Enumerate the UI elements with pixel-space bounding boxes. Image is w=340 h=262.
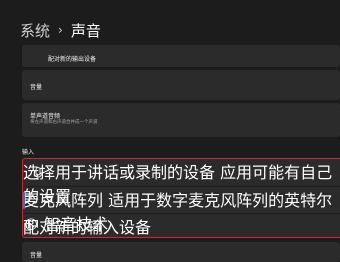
choose-input-device-row[interactable]: 选择用于讲话或录制的设备 应用可能有自己的设置 bbox=[23, 159, 340, 206]
page-title: 声音 bbox=[70, 21, 101, 40]
breadcrumb: 系统 › 声音 bbox=[20, 18, 101, 42]
choose-input-device-title: 选择用于讲话或录制的设备 bbox=[23, 163, 216, 182]
input-device-group: 选择用于讲话或录制的设备 应用可能有自己的设置 麦克风阵列 适用于数字麦克风阵列… bbox=[22, 158, 340, 238]
pair-new-input-device-button[interactable]: 配对新的输入设备 bbox=[23, 214, 340, 237]
selected-indicator bbox=[23, 192, 25, 209]
chevron-right-icon: › bbox=[58, 23, 63, 37]
output-volume-row: 音量 bbox=[22, 70, 340, 100]
pair-new-output-label: 配对新的输出设备 bbox=[48, 56, 97, 63]
pair-new-output-device-button[interactable]: 配对新的输出设备 bbox=[22, 45, 340, 67]
mono-audio-row[interactable]: 单声道音频 将左声道和右声道合并成一个声道 bbox=[22, 103, 340, 137]
microphone-icon bbox=[34, 167, 42, 180]
microphone-array-option[interactable]: 麦克风阵列 适用于数字麦克风阵列的英特尔® 智音技术 bbox=[23, 187, 340, 234]
output-volume-label: 音量 bbox=[30, 84, 43, 91]
pair-new-input-label: 配对新的输入设备 bbox=[23, 218, 152, 237]
breadcrumb-system[interactable]: 系统 bbox=[20, 20, 50, 41]
input-volume-row: 音量 bbox=[22, 242, 340, 262]
microphone-array-title: 麦克风阵列 bbox=[23, 191, 104, 210]
mono-audio-desc: 将左声道和右声道合并成一个声道 bbox=[30, 120, 98, 125]
input-section-title: 输入 bbox=[22, 149, 35, 156]
